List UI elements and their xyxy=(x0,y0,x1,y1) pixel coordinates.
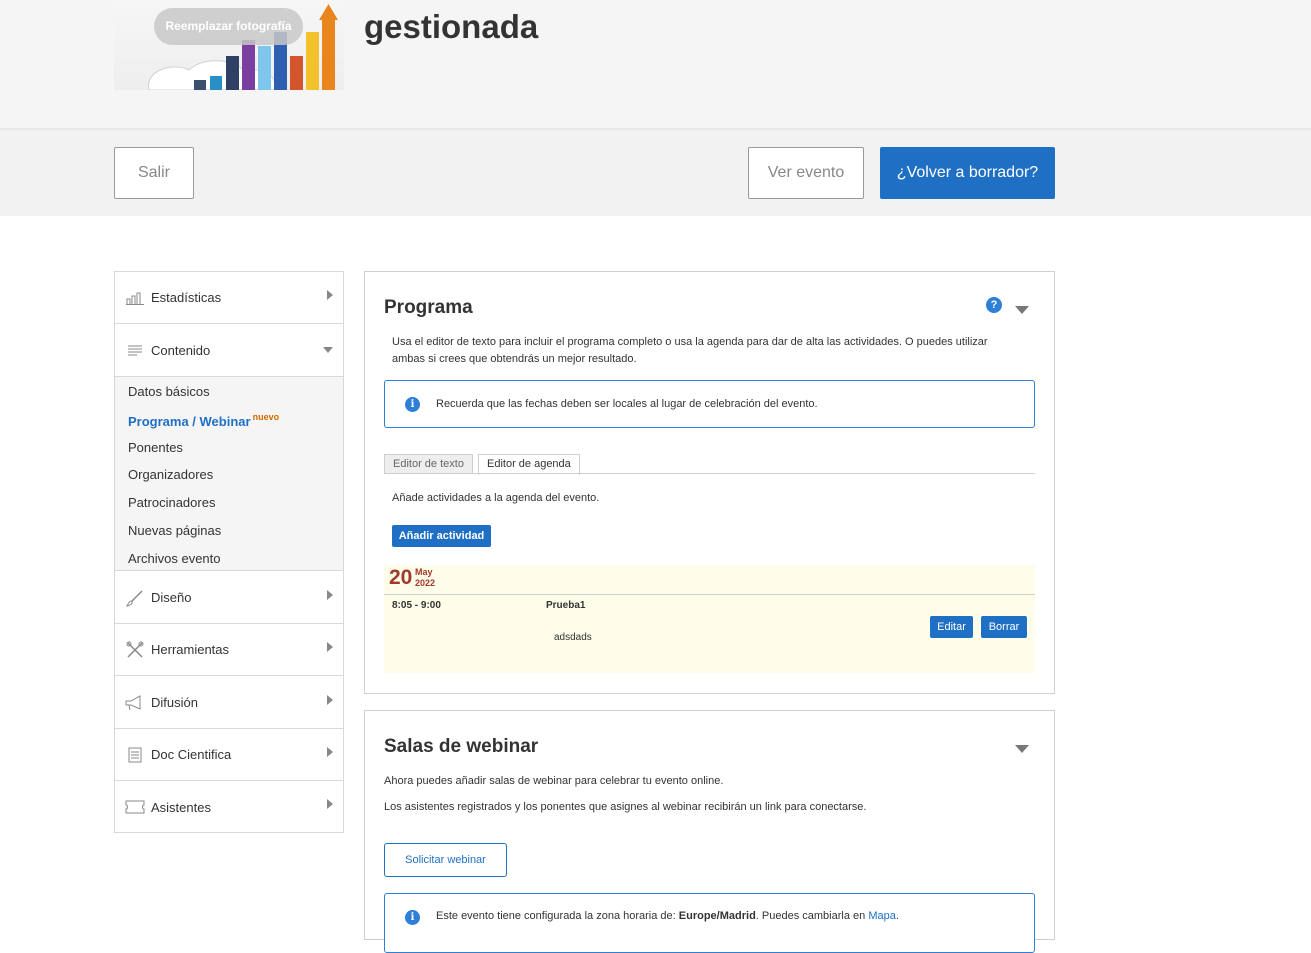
sidebar-item-asistentes[interactable]: Asistentes xyxy=(115,781,343,833)
edit-activity-button[interactable]: Editar xyxy=(930,616,973,638)
chevron-right-icon xyxy=(327,695,333,705)
submenu-patrocinadores[interactable]: Patrocinadores xyxy=(128,495,215,510)
sidebar-item-label: Contenido xyxy=(151,343,211,358)
collapse-icon[interactable] xyxy=(1015,306,1029,314)
info-icon: i xyxy=(405,910,420,925)
tools-icon xyxy=(125,640,145,660)
webinar-description-1: Ahora puedes añadir salas de webinar par… xyxy=(384,775,724,787)
webinar-description-2: Los asistentes registrados y los ponente… xyxy=(384,801,867,813)
sidebar: Estadísticas Contenido Datos básicos Pro… xyxy=(114,271,344,833)
event-cover-image: Reemplazar fotografía xyxy=(114,0,344,90)
programa-panel: Programa ? Usa el editor de texto para i… xyxy=(364,271,1055,694)
agenda-hint: Añade actividades a la agenda del evento… xyxy=(392,492,600,504)
event-header: Reemplazar fotografía gestionada xyxy=(0,0,1311,128)
sidebar-item-label: Herramientas xyxy=(151,642,230,657)
chevron-down-icon xyxy=(323,347,333,353)
agenda-month-year: May 2022 xyxy=(415,567,435,589)
chevron-right-icon xyxy=(327,590,333,600)
agenda-month: May xyxy=(415,567,433,577)
help-icon[interactable]: ? xyxy=(986,297,1002,313)
event-title: gestionada xyxy=(364,8,539,45)
submenu-archivos-evento[interactable]: Archivos evento xyxy=(128,551,221,566)
sidebar-item-label: Difusión xyxy=(151,695,198,710)
timezone-prefix: Este evento tiene configurada la zona ho… xyxy=(436,910,679,922)
programa-description: Usa el editor de texto para incluir el p… xyxy=(392,336,988,365)
submenu-ponentes[interactable]: Ponentes xyxy=(128,440,183,455)
info-icon: i xyxy=(405,397,420,412)
add-activity-button[interactable]: Añadir actividad xyxy=(392,525,491,547)
timezone-info-text: Este evento tiene configurada la zona ho… xyxy=(436,910,899,922)
agenda-divider xyxy=(384,594,1035,595)
timezone-middle: . Puedes cambiarla en xyxy=(755,910,869,922)
sidebar-item-difusion[interactable]: Difusión xyxy=(115,677,343,729)
map-link[interactable]: Mapa xyxy=(868,910,896,922)
ticket-icon xyxy=(125,797,145,817)
submenu-programa-webinar[interactable]: Programa / Webinar nuevo xyxy=(128,412,279,429)
date-info-box: i Recuerda que las fechas deben ser loca… xyxy=(384,380,1035,428)
sidebar-item-label: Estadísticas xyxy=(151,290,222,305)
content-submenu: Datos básicos Programa / Webinar nuevo Po… xyxy=(115,377,343,571)
chevron-right-icon xyxy=(327,747,333,757)
document-icon xyxy=(125,745,145,765)
bar-chart-icon xyxy=(125,288,145,308)
activity-time: 8:05 - 9:00 xyxy=(392,600,441,611)
sidebar-item-label: Doc Cientifica xyxy=(151,747,232,762)
sidebar-item-herramientas[interactable]: Herramientas xyxy=(115,624,343,676)
timezone-suffix: . xyxy=(895,910,899,922)
activity-description: adsdads xyxy=(554,632,592,643)
action-bar: Salir Ver evento ¿Volver a borrador? xyxy=(0,130,1311,216)
sidebar-item-contenido[interactable]: Contenido xyxy=(115,325,343,377)
sidebar-item-diseno[interactable]: Diseño xyxy=(115,572,343,624)
new-badge: nuevo xyxy=(252,412,280,422)
activity-name: Prueba1 xyxy=(546,600,586,611)
timezone-info-box: i Este evento tiene configurada la zona … xyxy=(384,893,1035,953)
agenda-day-block: 20 May 2022 8:05 - 9:00 Prueba1 adsdads … xyxy=(384,565,1035,673)
delete-activity-button[interactable]: Borrar xyxy=(981,616,1027,638)
sidebar-item-doc-cientifica[interactable]: Doc Cientifica xyxy=(115,729,343,781)
agenda-day: 20 xyxy=(389,566,413,589)
submenu-label: Programa / Webinar xyxy=(128,414,251,429)
agenda-year: 2022 xyxy=(415,578,436,588)
timezone-value: Europe/Madrid xyxy=(678,910,756,922)
chevron-right-icon xyxy=(327,642,333,652)
programa-title: Programa xyxy=(384,297,473,318)
view-event-button[interactable]: Ver evento xyxy=(748,147,864,199)
webinar-rooms-panel: Salas de webinar Ahora puedes añadir sal… xyxy=(364,710,1055,953)
tab-editor-agenda[interactable]: Editor de agenda xyxy=(478,454,580,475)
collapse-icon[interactable] xyxy=(1015,745,1029,753)
submenu-datos-basicos[interactable]: Datos básicos xyxy=(128,384,210,399)
exit-button[interactable]: Salir xyxy=(114,147,194,199)
tab-editor-texto[interactable]: Editor de texto xyxy=(384,454,473,474)
date-info-text: Recuerda que las fechas deben ser locale… xyxy=(436,398,818,410)
request-webinar-button[interactable]: Solicitar webinar xyxy=(384,843,507,877)
content-icon xyxy=(125,341,145,361)
chevron-right-icon xyxy=(327,799,333,809)
sidebar-item-label: Diseño xyxy=(151,590,192,605)
brush-icon xyxy=(125,588,145,608)
replace-photo-button[interactable]: Reemplazar fotografía xyxy=(154,8,303,45)
webinar-rooms-title: Salas de webinar xyxy=(384,736,539,757)
submenu-organizadores[interactable]: Organizadores xyxy=(128,467,213,482)
sidebar-item-label: Asistentes xyxy=(151,799,211,815)
tabs-divider xyxy=(384,473,1035,474)
chevron-right-icon xyxy=(327,290,333,300)
megaphone-icon xyxy=(125,693,145,713)
submenu-nuevas-paginas[interactable]: Nuevas páginas xyxy=(128,523,221,538)
sidebar-item-estadisticas[interactable]: Estadísticas xyxy=(115,272,343,324)
back-to-draft-button[interactable]: ¿Volver a borrador? xyxy=(880,147,1055,199)
